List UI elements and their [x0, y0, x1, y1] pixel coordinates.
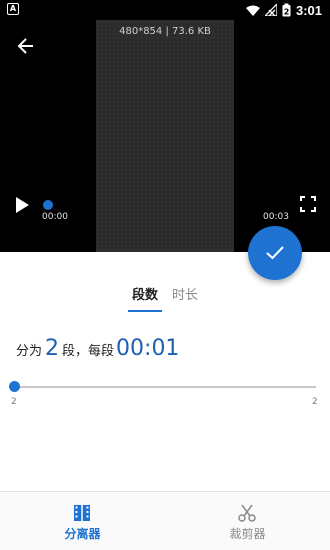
back-arrow-icon[interactable]: [16, 36, 36, 56]
clock: 3:01: [295, 2, 322, 18]
current-time: 00:00: [42, 212, 68, 222]
end-time: 00:03: [263, 212, 289, 222]
segment-summary: 分为 2 段，每段 00:01: [16, 336, 179, 366]
segment-duration: 00:01: [116, 336, 180, 361]
fullscreen-icon[interactable]: [300, 196, 316, 212]
nav-item-cutter[interactable]: 裁剪器: [165, 492, 330, 550]
segment-prefix: 分为: [16, 344, 43, 359]
slider-thumb[interactable]: [9, 381, 20, 392]
slider-min-label: 2: [11, 397, 17, 407]
nav-item-splitter[interactable]: 分离器: [0, 492, 165, 550]
status-bar: A 2 3:01: [0, 0, 330, 20]
confirm-button[interactable]: [248, 226, 302, 280]
playback-position-dot[interactable]: [43, 200, 53, 210]
video-player[interactable]: 480*854 | 73.6 KB 00:00 00:03: [0, 20, 330, 252]
segment-count: 2: [45, 336, 60, 361]
film-split-icon: [74, 504, 90, 522]
nav-label-cutter: 裁剪器: [229, 527, 266, 541]
signal-icon: [264, 4, 277, 16]
nav-label-splitter: 分离器: [64, 527, 101, 541]
segment-middle: 段，每段: [62, 344, 115, 359]
mode-tabs: 段数 时长: [0, 286, 330, 314]
tab-duration[interactable]: 时长: [168, 286, 202, 312]
notification-a-icon: A: [7, 3, 19, 15]
scissors-icon: [238, 504, 256, 522]
slider-max-label: 2: [312, 397, 318, 407]
wifi-icon: [245, 5, 260, 16]
system-icons: 2 3:01: [245, 0, 322, 20]
battery-level: 2: [284, 8, 290, 17]
video-frame: [96, 20, 234, 252]
play-icon[interactable]: [14, 196, 30, 214]
battery-icon: 2: [282, 3, 291, 17]
check-icon: [266, 246, 284, 260]
segment-slider[interactable]: [9, 381, 316, 392]
bottom-nav: 分离器 裁剪器: [0, 491, 330, 550]
video-meta: 480*854 | 73.6 KB: [119, 26, 211, 37]
tab-segments[interactable]: 段数: [128, 286, 162, 312]
